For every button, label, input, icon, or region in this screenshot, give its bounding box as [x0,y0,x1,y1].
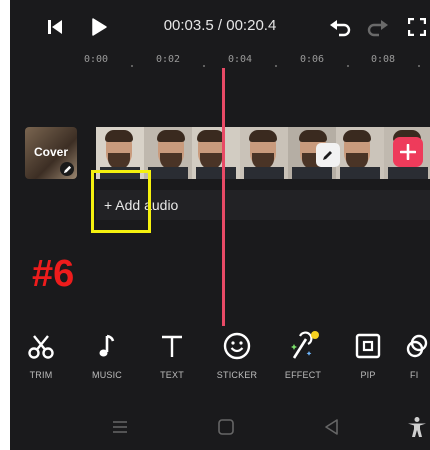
tool-label: TEXT [160,370,184,380]
top-bar: 00:03.5 / 00:20.4 [10,0,430,52]
video-editor-screen: 00:03.5 / 00:20.4 0:00 0:02 0:04 0:06 0:… [10,0,430,450]
pip-icon [355,333,381,359]
tutorial-step-label: #6 [32,253,75,295]
current-time: 00:03.5 [163,17,214,34]
tool-filter[interactable]: FI [404,330,430,380]
timeline-ruler[interactable]: 0:00 0:02 0:04 0:06 0:08 [10,52,430,74]
edit-toolbar: TRIM MUSIC TEXT STICKER EFFECT PIP FI [10,330,430,388]
redo-icon [367,20,388,37]
text-icon [162,335,182,357]
clip-frame [240,127,288,179]
cover-label: Cover [33,145,68,159]
add-clip-button[interactable] [393,137,423,167]
tool-label: PIP [360,370,376,380]
tool-label: TRIM [29,370,53,380]
ruler-dot [131,65,133,67]
ruler-dot [203,65,205,67]
ruler-tick: 0:08 [370,54,396,65]
ruler-tick: 0:00 [83,54,109,65]
tool-pip[interactable]: PIP [337,330,399,380]
fullscreen-icon [408,18,426,36]
tool-label: STICKER [216,370,258,380]
time-separator: / [213,17,227,34]
tool-text[interactable]: TEXT [141,330,203,380]
total-time: 00:20.4 [226,17,277,34]
accessibility-button[interactable] [404,414,430,440]
redo-button[interactable] [364,14,390,40]
clip-frame [336,127,384,179]
pencil-icon [63,165,71,173]
recent-apps-button[interactable] [107,414,133,440]
back-triangle-icon [325,419,338,435]
clip-frame [192,127,240,179]
plus-icon [400,144,416,160]
ruler-tick: 0:04 [227,54,253,65]
tool-label: MUSIC [92,370,122,380]
cover-thumbnail[interactable]: Cover [25,127,77,179]
ruler-dot [418,65,420,67]
undo-button[interactable] [328,14,354,40]
clip-frame [144,127,192,179]
transition-icon [323,151,332,160]
tutorial-highlight-box [91,170,151,233]
magic-wand-icon [291,331,319,359]
ruler-dot [275,65,277,67]
fullscreen-button[interactable] [404,14,430,40]
scissors-icon [28,335,54,359]
home-button[interactable] [213,414,239,440]
smiley-icon [223,332,251,360]
ruler-dot [347,65,349,67]
music-note-icon [99,334,115,357]
tool-label: EFFECT [284,370,322,380]
tool-sticker[interactable]: STICKER [206,330,268,380]
ruler-tick: 0:06 [299,54,325,65]
cover-edit-button[interactable] [60,162,74,176]
filter-icon [406,334,428,358]
tool-music[interactable]: MUSIC [76,330,138,380]
back-button[interactable] [319,414,345,440]
tool-effect[interactable]: EFFECT [272,330,334,380]
ruler-tick: 0:02 [155,54,181,65]
undo-icon [330,20,351,37]
tool-label: FI [410,370,419,380]
tool-trim[interactable]: TRIM [10,330,72,380]
accessibility-icon [408,417,426,437]
system-nav-bar [10,402,430,450]
transition-button[interactable] [316,143,340,167]
playhead[interactable] [222,68,225,326]
menu-lines-icon [113,421,127,433]
square-icon [218,419,234,435]
